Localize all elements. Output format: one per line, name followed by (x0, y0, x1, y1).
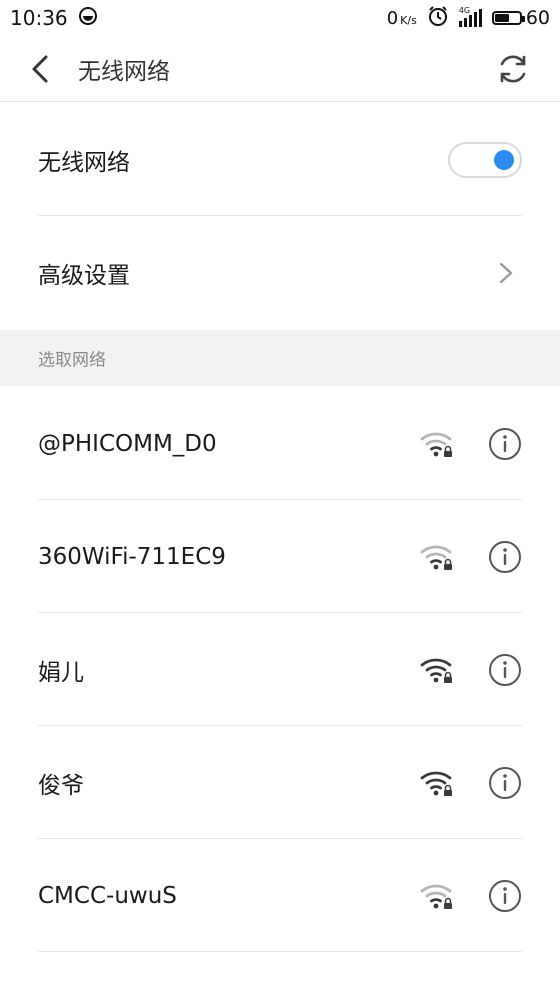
toggle-knob (494, 149, 514, 170)
wifi-locked-icon (420, 771, 452, 796)
network-speed-unit: K/s (400, 13, 417, 27)
chevron-right-icon (499, 262, 513, 283)
info-icon[interactable] (488, 879, 522, 913)
network-row[interactable]: 360WiFi-711EC9 (0, 500, 560, 613)
network-ssid: 俊爷 (38, 772, 84, 799)
wifi-locked-icon (420, 432, 452, 457)
section-header: 选取网络 (0, 330, 560, 386)
page-title: 无线网络 (78, 58, 170, 85)
wifi-toggle-switch[interactable] (448, 141, 522, 178)
info-icon[interactable] (488, 540, 522, 574)
network-type-label: 4G (458, 6, 471, 15)
status-time: 10:36 (10, 6, 68, 30)
network-row[interactable]: 娟儿 (0, 613, 560, 726)
info-icon[interactable] (488, 766, 522, 800)
network-ssid: 360WiFi-711EC9 (38, 543, 226, 570)
alarm-icon (427, 5, 449, 32)
battery-icon (491, 11, 525, 25)
info-icon[interactable] (488, 427, 522, 461)
refresh-icon (500, 55, 526, 83)
network-ssid: @PHICOMM_D0 (38, 430, 217, 457)
wifi-locked-icon (420, 545, 452, 570)
wifi-toggle-row[interactable]: 无线网络 (0, 103, 560, 216)
back-chevron-icon (32, 55, 48, 82)
wifi-toggle-label: 无线网络 (38, 149, 130, 176)
network-speed-value: 0 (386, 7, 399, 29)
back-button[interactable] (10, 36, 70, 102)
info-icon[interactable] (488, 653, 522, 687)
cellular-signal-icon: 4G (458, 6, 482, 27)
network-ssid: 娟儿 (38, 659, 84, 686)
network-row[interactable]: 俊爷 (0, 726, 560, 839)
battery-indicator: 60 (491, 7, 550, 29)
section-header-label: 选取网络 (38, 350, 106, 371)
app-header: 无线网络 (0, 36, 560, 102)
network-ssid: CMCC-uwuS (38, 882, 177, 909)
refresh-button[interactable] (494, 50, 532, 88)
battery-level: 60 (525, 7, 550, 29)
network-row[interactable]: @PHICOMM_D0 (0, 387, 560, 500)
app-notification-icon (78, 6, 98, 31)
network-speed: 0 K/s (387, 8, 417, 29)
advanced-settings-row[interactable]: 高级设置 (0, 216, 560, 329)
status-bar: 10:36 0 K/s 4G 60 (0, 0, 560, 36)
wifi-locked-icon (420, 884, 452, 909)
network-row[interactable]: CMCC-uwuS (0, 839, 560, 952)
wifi-locked-icon (420, 658, 452, 683)
advanced-settings-label: 高级设置 (38, 262, 130, 289)
divider (38, 951, 522, 952)
